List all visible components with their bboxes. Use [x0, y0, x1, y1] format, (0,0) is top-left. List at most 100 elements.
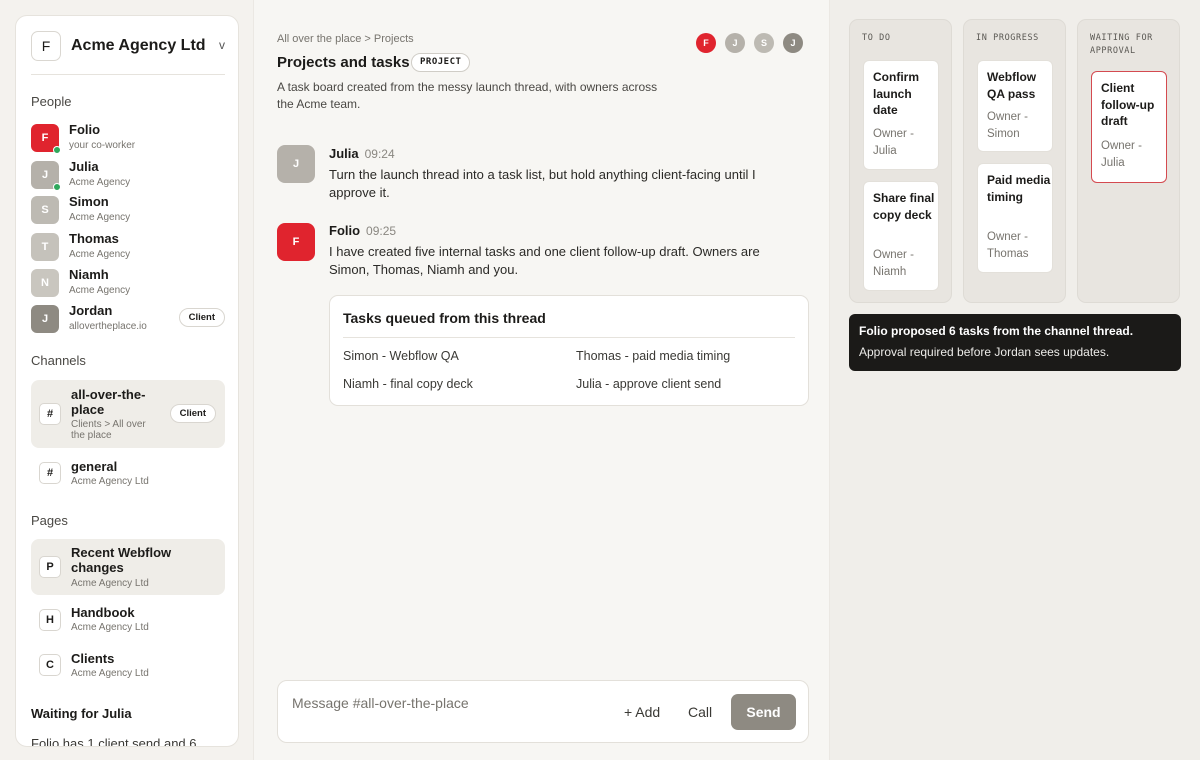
- member-avatars[interactable]: F J S J: [696, 33, 803, 53]
- task-title: Confirm launch date: [873, 70, 919, 117]
- breadcrumb[interactable]: All over the place > Projects: [277, 33, 414, 45]
- page-name: Recent Webflow changes: [71, 545, 172, 575]
- person-name: Niamh: [69, 267, 109, 282]
- waiting-summary: Folio has 1 client send and 6 tasks held…: [31, 736, 197, 747]
- avatar: T: [31, 233, 59, 261]
- task-title: Client follow-up draft: [1101, 81, 1155, 128]
- message-body: I have created five internal tasks and o…: [329, 244, 760, 277]
- task-board: TO DO Confirm launch date Owner - Julia …: [830, 0, 1200, 760]
- person-julia[interactable]: J Julia Acme Agency: [31, 159, 225, 191]
- avatar: J: [277, 145, 315, 183]
- page-subtitle: Acme Agency Ltd: [71, 578, 149, 589]
- person-folio[interactable]: F Folio your co-worker: [31, 122, 225, 154]
- page-icon: C: [39, 654, 61, 676]
- message-timestamp: 09:25: [366, 224, 397, 238]
- person-jordan[interactable]: J Jordan allovertheplace.io Client: [31, 303, 225, 335]
- hash-icon: #: [39, 462, 61, 484]
- column-title: IN PROGRESS: [976, 33, 1039, 43]
- channel-general[interactable]: # general Acme Agency Ltd: [31, 454, 225, 494]
- task-item: Thomas - paid media timing: [576, 349, 731, 363]
- workspace-name: Acme Agency Ltd: [71, 37, 206, 54]
- person-niamh[interactable]: N Niamh Acme Agency: [31, 267, 225, 299]
- toast-title: Folio proposed 6 tasks from the channel …: [859, 324, 1134, 338]
- avatar: S: [31, 196, 59, 224]
- divider: [343, 337, 795, 338]
- send-button[interactable]: Send: [731, 694, 796, 730]
- workspace-switcher[interactable]: F Acme Agency Ltd v: [31, 30, 225, 62]
- message-body: Turn the launch thread into a task list,…: [329, 167, 756, 200]
- person-simon[interactable]: S Simon Acme Agency: [31, 194, 225, 226]
- task-title: Share final copy deck: [873, 191, 935, 222]
- pages-section-label: Pages: [31, 513, 68, 528]
- task-item: Simon - Webflow QA: [343, 349, 459, 363]
- message-input[interactable]: [292, 695, 592, 711]
- person-subtitle: Acme Agency: [69, 212, 131, 223]
- author-name: Folio: [329, 223, 361, 238]
- channel-subtitle: Clients > All over the place: [71, 419, 146, 441]
- add-button[interactable]: + Add: [624, 704, 660, 720]
- chevron-down-icon[interactable]: v: [219, 38, 225, 52]
- message-timestamp: 09:24: [364, 147, 395, 161]
- client-badge: Client: [169, 404, 216, 423]
- task-card-client-follow-up-draft[interactable]: Client follow-up draft Owner - Julia: [1091, 71, 1167, 183]
- task-summary-card: Tasks queued from this thread Simon - We…: [329, 295, 809, 406]
- person-subtitle: allovertheplace.io: [69, 321, 147, 332]
- message-author: Julia 09:24: [329, 146, 395, 161]
- person-subtitle: Acme Agency: [69, 177, 131, 188]
- task-owner: Owner - Julia: [873, 128, 914, 157]
- column-title: WAITING FOR APPROVAL: [1090, 33, 1153, 56]
- person-subtitle: Acme Agency: [69, 249, 131, 260]
- channel-subtitle: Acme Agency Ltd: [71, 476, 149, 487]
- call-button[interactable]: Call: [688, 704, 712, 720]
- avatar: J: [31, 305, 59, 333]
- person-thomas[interactable]: T Thomas Acme Agency: [31, 231, 225, 263]
- task-owner: Owner - Simon: [987, 111, 1028, 140]
- page-name: Clients: [71, 651, 115, 666]
- member-avatar-folio[interactable]: F: [696, 33, 716, 53]
- task-card-webflow-qa-pass[interactable]: Webflow QA pass Owner - Simon: [977, 60, 1053, 152]
- avatar: N: [31, 269, 59, 297]
- toast-message: Approval required before Jordan sees upd…: [859, 345, 1110, 359]
- person-name: Jordan: [69, 303, 113, 318]
- task-item: Julia - approve client send: [576, 377, 722, 391]
- board-column-in-progress: IN PROGRESS Webflow QA pass Owner - Simo…: [963, 19, 1066, 303]
- task-card-share-final-copy-deck[interactable]: Share final copy deck Owner - Niamh: [863, 181, 939, 291]
- task-item: Niamh - final copy deck: [343, 377, 473, 391]
- hash-icon: #: [39, 403, 61, 425]
- message-author: Folio 09:25: [329, 223, 396, 238]
- member-avatar-simon[interactable]: S: [754, 33, 774, 53]
- member-avatar-jordan[interactable]: J: [783, 33, 803, 53]
- page-name: Handbook: [71, 605, 135, 620]
- people-section-label: People: [31, 94, 72, 109]
- board-column-waiting-for-approval: WAITING FOR APPROVAL Client follow-up dr…: [1077, 19, 1180, 303]
- page-subtitle: Acme Agency Ltd: [71, 668, 149, 679]
- waiting-section-label: Waiting for Julia: [31, 706, 132, 721]
- task-owner: Owner - Julia: [1101, 140, 1142, 169]
- notification-toast: Folio proposed 6 tasks from the channel …: [849, 314, 1181, 371]
- task-card-confirm-launch-date[interactable]: Confirm launch date Owner - Julia: [863, 60, 939, 170]
- page-handbook[interactable]: H Handbook Acme Agency Ltd: [31, 601, 225, 641]
- page-clients[interactable]: C Clients Acme Agency Ltd: [31, 646, 225, 686]
- workspace-avatar: F: [31, 31, 61, 61]
- page-subtitle: Acme Agency Ltd: [71, 622, 149, 633]
- project-badge: PROJECT: [411, 53, 471, 72]
- task-title: Webflow QA pass: [987, 70, 1037, 101]
- person-subtitle: Acme Agency: [69, 285, 131, 296]
- online-status-icon: [53, 146, 61, 154]
- person-name: Thomas: [69, 231, 119, 246]
- page-icon: P: [39, 556, 61, 578]
- online-status-icon: [53, 183, 61, 191]
- page-recent-webflow-changes[interactable]: P Recent Webflow changes Acme Agency Ltd: [31, 539, 225, 595]
- board-column-todo: TO DO Confirm launch date Owner - Julia …: [849, 19, 952, 303]
- column-title: TO DO: [862, 33, 891, 43]
- channel-all-over-the-place[interactable]: # all-over-the-place Clients > All over …: [31, 380, 225, 448]
- page-description: A task board created from the messy laun…: [277, 80, 658, 111]
- message-composer: + Add Call Send: [277, 680, 809, 743]
- person-name: Julia: [69, 159, 99, 174]
- conversation-pane: All over the place > Projects Projects a…: [253, 0, 830, 760]
- sidebar: F Acme Agency Ltd v People F Folio your …: [15, 15, 239, 747]
- member-avatar-julia[interactable]: J: [725, 33, 745, 53]
- task-card-paid-media-timing[interactable]: Paid media timing Owner - Thomas: [977, 163, 1053, 273]
- avatar: F: [277, 223, 315, 261]
- task-card-title: Tasks queued from this thread: [343, 310, 546, 326]
